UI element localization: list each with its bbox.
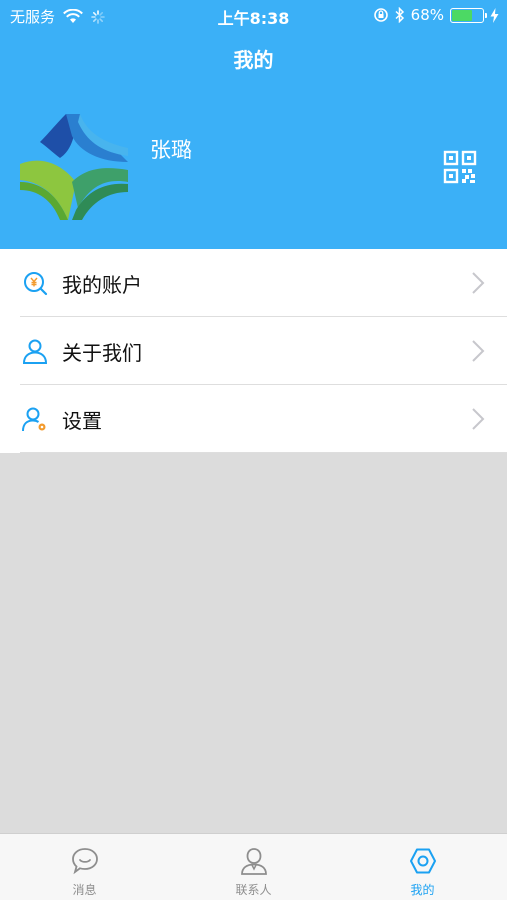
person-settings-icon	[22, 407, 46, 432]
bluetooth-icon	[395, 7, 404, 23]
menu-item-label: 设置	[62, 409, 102, 433]
avatar[interactable]	[20, 112, 130, 222]
tab-contacts[interactable]: 联系人	[169, 834, 338, 900]
menu-item-settings[interactable]: 设置	[0, 385, 507, 452]
chat-bubble-icon	[72, 848, 98, 875]
hexagon-settings-icon	[410, 848, 436, 874]
user-name: 张璐	[150, 138, 192, 162]
divider	[20, 452, 507, 453]
status-bar: 无服务 上午8:38 68%	[0, 0, 507, 30]
chevron-right-icon	[472, 272, 485, 294]
tab-mine[interactable]: 我的	[338, 834, 507, 900]
account-coin-icon	[24, 272, 48, 296]
tab-label: 消息	[72, 883, 97, 897]
tab-label: 我的	[410, 883, 435, 897]
profile-menu: 我的账户 关于我们 设置	[0, 249, 507, 453]
chevron-right-icon	[472, 408, 485, 430]
tab-messages[interactable]: 消息	[0, 834, 169, 900]
profile-header: 无服务 上午8:38 68% 我的 张璐	[0, 0, 507, 249]
orientation-lock-icon	[373, 8, 388, 22]
menu-item-account[interactable]: 我的账户	[0, 249, 507, 316]
chevron-right-icon	[472, 340, 485, 362]
menu-item-about-us[interactable]: 关于我们	[0, 317, 507, 384]
menu-item-label: 关于我们	[62, 341, 142, 365]
person-icon	[22, 339, 48, 364]
qr-code-icon[interactable]	[443, 150, 477, 184]
page-title: 我的	[233, 48, 274, 72]
tab-label: 联系人	[235, 883, 272, 897]
battery-icon	[450, 7, 487, 23]
battery-percent: 68%	[410, 6, 444, 24]
charging-bolt-icon	[490, 7, 499, 23]
menu-item-label: 我的账户	[62, 273, 142, 297]
tab-bar: 消息 联系人 我的	[0, 833, 507, 900]
contact-icon	[241, 848, 267, 875]
